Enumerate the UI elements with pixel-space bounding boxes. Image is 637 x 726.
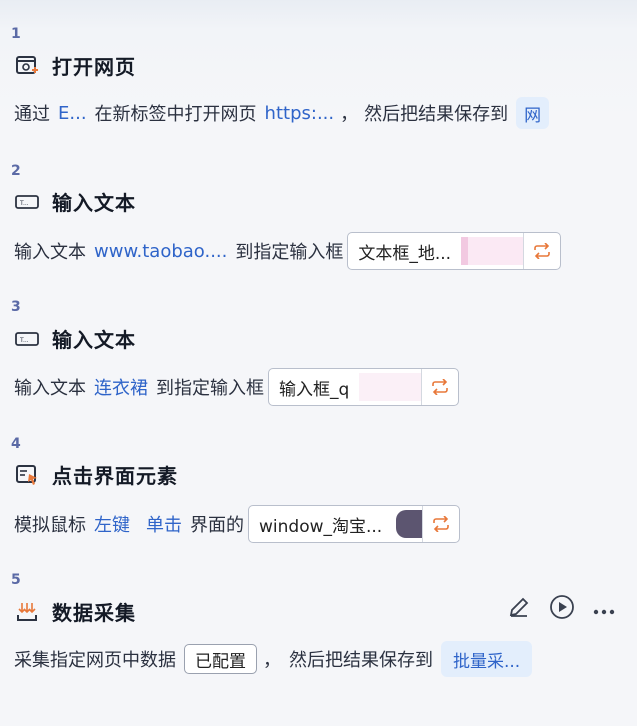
edit-icon[interactable]	[507, 595, 531, 623]
element-thumbnail	[359, 373, 422, 401]
mouse-button-link[interactable]: 左键	[94, 511, 130, 537]
desc-text: 到指定输入框	[235, 242, 344, 263]
input-text-icon: T...	[14, 189, 40, 215]
desc-text: 然后把结果保存到	[289, 650, 433, 671]
desc-text: 到指定输入框	[156, 378, 264, 399]
step-title: 打开网页	[52, 55, 136, 79]
element-selector-box[interactable]: 文本框_地...	[347, 232, 562, 270]
svg-text:T...: T...	[19, 200, 29, 207]
output-variable-chip[interactable]: 批量采...	[441, 641, 533, 677]
config-status-tag[interactable]: 已配置	[184, 644, 257, 674]
reselect-icon[interactable]	[422, 506, 459, 542]
step-number: 1	[11, 26, 21, 42]
element-name: 输入框_q	[279, 379, 350, 400]
text-param-link[interactable]: www.taobao....	[94, 241, 227, 262]
element-name: 文本框_地...	[358, 243, 452, 264]
element-name: window_淘宝...	[259, 516, 383, 537]
browser-param-link[interactable]: E...	[58, 103, 87, 124]
url-param-link[interactable]: https:...	[265, 103, 335, 124]
desc-text: 然后把结果保存到	[364, 104, 509, 125]
desc-text: 输入文本	[14, 378, 86, 399]
desc-text: 输入文本	[14, 242, 86, 263]
more-icon[interactable]	[593, 600, 615, 619]
reselect-icon[interactable]	[421, 369, 458, 405]
step-title: 数据采集	[52, 601, 136, 625]
desc-text: 模拟鼠标	[14, 515, 86, 536]
input-text-icon: T...	[14, 326, 40, 352]
desc-text: 采集指定网页中数据	[14, 650, 176, 671]
run-icon[interactable]	[549, 594, 575, 624]
step-number: 3	[11, 299, 21, 315]
step-title: 输入文本	[52, 328, 136, 352]
element-selector-box[interactable]: window_淘宝...	[248, 505, 461, 543]
step-number: 4	[11, 436, 21, 452]
open-webpage-icon	[14, 53, 40, 79]
desc-text: 界面的	[190, 515, 244, 536]
step-number: 5	[11, 572, 21, 588]
desc-text: 在新标签中打开网页	[94, 104, 257, 125]
output-variable-chip[interactable]: 网	[516, 97, 550, 129]
desc-text: ，	[340, 104, 359, 125]
step-title: 点击界面元素	[52, 464, 178, 488]
desc-text: 通过	[14, 104, 50, 125]
reselect-icon[interactable]	[523, 233, 560, 269]
data-collect-icon	[14, 599, 40, 625]
element-thumbnail	[396, 510, 423, 538]
click-element-icon	[14, 462, 40, 488]
svg-text:T...: T...	[19, 337, 29, 344]
click-type-link[interactable]: 单击	[146, 511, 182, 537]
desc-text: ，	[263, 650, 281, 671]
step-number: 2	[11, 163, 21, 179]
step-title: 输入文本	[52, 191, 136, 215]
element-thumbnail	[461, 237, 524, 265]
element-selector-box[interactable]: 输入框_q	[268, 368, 460, 406]
text-param-link[interactable]: 连衣裙	[94, 374, 148, 400]
